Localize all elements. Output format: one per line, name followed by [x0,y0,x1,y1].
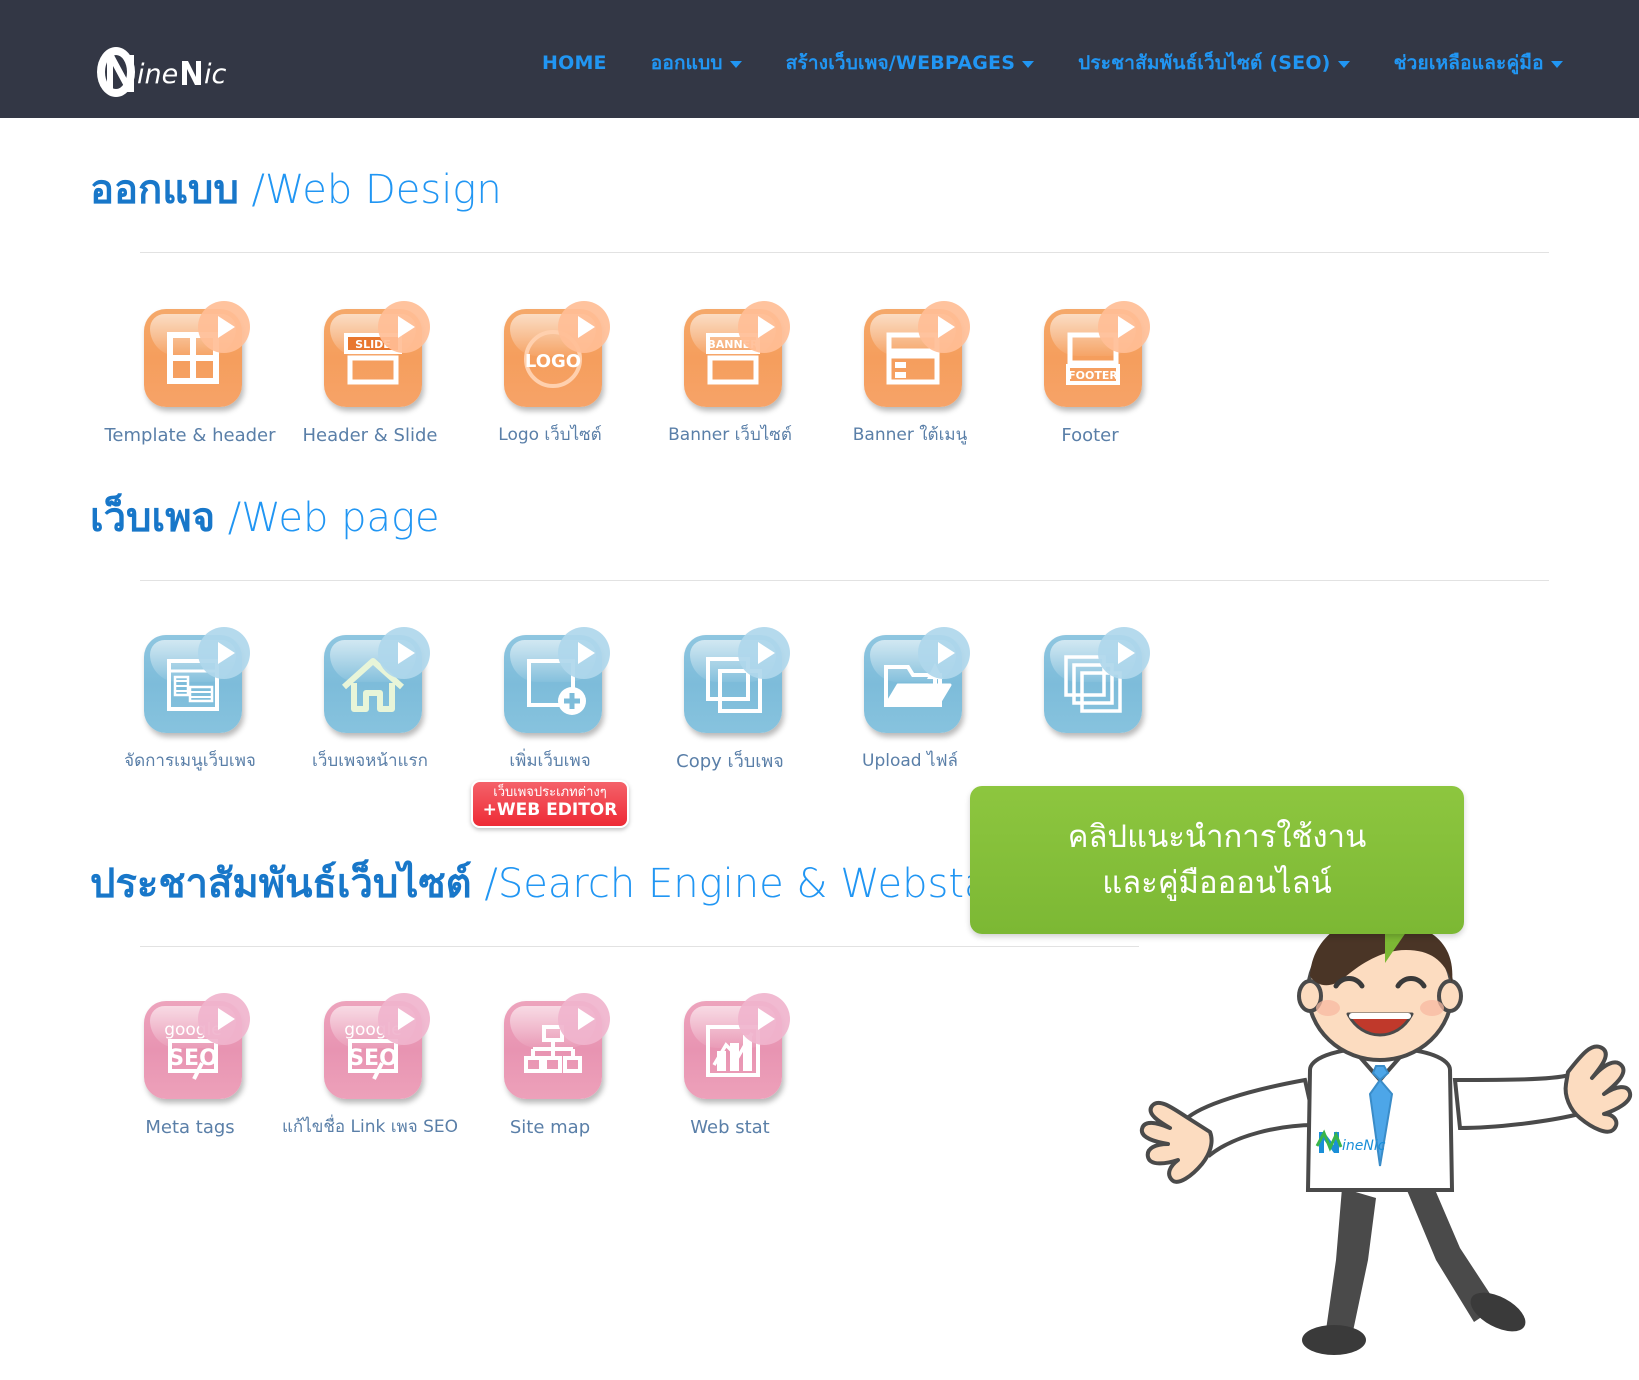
play-button-icon[interactable] [738,626,790,679]
icon-item-copy-page[interactable]: Copy เว็บเพจ [640,626,820,829]
svg-text:SEO: SEO [168,1046,218,1071]
svg-text:SEO: SEO [348,1046,398,1071]
badge-line-2: +WEB EDITOR [482,799,618,820]
svg-text:ineNic: ineNic [1342,1138,1386,1154]
icon-item-footer[interactable]: FOOTER Footer [1000,301,1180,448]
icon-item-web-stat[interactable]: Web stat [640,993,820,1140]
play-button-icon[interactable] [198,993,250,1046]
play-button-icon[interactable] [378,993,430,1046]
video-guide-callout[interactable]: คลิปแนะนำการใช้งาน และคู่มือออนไลน์ [970,786,1464,934]
nav-item-webpages[interactable]: สร้างเว็บเพจ/WEBPAGES [764,48,1056,78]
chevron-down-icon [1337,61,1350,68]
play-button-icon[interactable] [1098,301,1150,353]
section-title-web-page: เว็บเพจ /Web page [0,496,1639,540]
play-button-icon[interactable] [558,993,610,1046]
icon-item-meta-tags[interactable]: google SEO Meta tags [100,993,280,1140]
icon-item-site-map[interactable]: Site map [460,993,640,1140]
section-title-english: /Search Engine & Webstat [484,861,1005,908]
web-editor-badge[interactable]: เว็บเพจประเภทต่างๆ +WEB EDITOR [471,779,629,829]
section-web-design: ออกแบบ /Web Design Template & header SLI… [0,118,1639,448]
icon-item-logo[interactable]: LOGO Logo เว็บไซต์ [460,301,640,448]
play-button-icon[interactable] [378,301,430,353]
icon-label: Meta tags [145,1117,235,1139]
section-title-web-design: ออกแบบ /Web Design [0,168,1639,212]
icon-item-edit-link-seo[interactable]: google SEO แก้ไขชื่อ Link เพจ SEO [280,993,460,1140]
divider [140,946,1139,948]
chevron-down-icon [1022,61,1035,68]
chevron-down-icon [729,61,742,68]
icon-label: จัดการเมนูเว็บเพจ [124,750,256,771]
icon-label: Site map [509,1117,591,1139]
icon-label: Header & Slide [302,425,438,446]
icon-label: Web stat [690,1117,770,1139]
icon-label: แก้ไขชื่อ Link เพจ SEO [281,1117,459,1138]
top-strip [0,0,1639,8]
divider [140,252,1549,253]
callout-line-2: และคู่มือออนไลน์ [1102,865,1332,901]
nav-item-design[interactable]: ออกแบบ [629,48,764,78]
icon-label: Logo เว็บไซต์ [498,425,602,445]
play-button-icon[interactable] [198,301,250,353]
divider [140,579,1549,581]
play-button-icon[interactable] [738,301,790,353]
nav-item-label: ช่วยเหลือและคู่มือ [1393,52,1544,74]
icon-label: Banner ใต้เมนู [852,425,968,445]
callout-line-1: คลิปแนะนำการใช้งาน [1067,818,1367,855]
icon-label: Template & header [104,425,276,446]
icon-label: เว็บเพจหน้าแรก [312,750,428,771]
nav-item-label: HOME [542,52,607,74]
play-button-icon[interactable] [558,626,610,679]
svg-text:ic: ic [204,59,227,90]
mascot-character: ineNic [1139,930,1633,1355]
play-button-icon[interactable] [918,626,970,679]
icon-label: Banner เว็บไซต์ [668,425,792,445]
play-button-icon[interactable] [378,626,430,679]
play-button-icon[interactable] [1098,626,1150,679]
nav-item-seo[interactable]: ประชาสัมพันธ์เว็บไซต์ (SEO) [1056,48,1371,78]
icon-label: Copy เว็บเพจ [676,750,784,772]
chevron-down-icon [1550,61,1563,68]
play-button-icon[interactable] [558,301,610,353]
icon-item-banner-website[interactable]: BANNER Banner เว็บไซต์ [640,301,820,448]
svg-text:ine: ine [137,59,178,90]
nav-item-label: ประชาสัมพันธ์เว็บไซต์ (SEO) [1078,52,1331,74]
section-title-english: /Web page [227,494,440,541]
icon-item-homepage[interactable]: เว็บเพจหน้าแรก [280,626,460,829]
nav-links: HOME ออกแบบ สร้างเว็บเพจ/WEBPAGES ประชาส… [520,8,1585,118]
svg-text:FOOTER: FOOTER [1068,369,1118,382]
nav-item-label: สร้างเว็บเพจ/WEBPAGES [785,52,1016,74]
icon-item-banner-under-menu[interactable]: Banner ใต้เมนู [820,301,1000,448]
icon-item-add-page[interactable]: เพิ่มเว็บเพจ เว็บเพจประเภทต่างๆ +WEB EDI… [460,626,640,829]
svg-text:LOGO: LOGO [525,351,581,372]
page-root: ine ic HOME ออกแบบ สร้างเว็บเพจ/WEBPAGES… [0,0,1639,1380]
section-web-page: เว็บเพจ /Web page จัดการเมนูเว็บเพจ เว็บ… [0,448,1639,829]
ninenic-logo-icon: ine ic [97,47,227,97]
badge-line-1: เว็บเพจประเภทต่างๆ [493,784,607,800]
icon-label: เพิ่มเว็บเพจ [509,750,591,771]
play-button-icon[interactable] [738,993,790,1046]
nav-item-help[interactable]: ช่วยเหลือและคู่มือ [1372,48,1585,78]
play-button-icon[interactable] [918,301,970,353]
top-navbar: ine ic HOME ออกแบบ สร้างเว็บเพจ/WEBPAGES… [0,8,1639,118]
nav-item-home[interactable]: HOME [520,52,629,74]
icon-item-header-slide[interactable]: SLIDE Header & Slide [280,301,460,448]
icon-item-manage-menu[interactable]: จัดการเมนูเว็บเพจ [100,626,280,829]
icon-label: Upload ไฟล์ [862,750,958,771]
section-title-thai: เว็บเพจ [90,494,215,541]
icon-item-template-header[interactable]: Template & header [100,301,280,448]
section-title-thai: ออกแบบ [90,167,239,213]
play-button-icon[interactable] [198,626,250,679]
section-title-english: /Web Design [251,167,502,213]
section-title-thai: ประชาสัมพันธ์เว็บไซต์ [90,861,472,908]
brand-logo[interactable]: ine ic [94,46,254,98]
icon-row-web-design: Template & header SLIDE Header & Slide L… [0,301,1639,448]
nav-item-label: ออกแบบ [650,52,723,74]
icon-label: Footer [1061,425,1119,446]
